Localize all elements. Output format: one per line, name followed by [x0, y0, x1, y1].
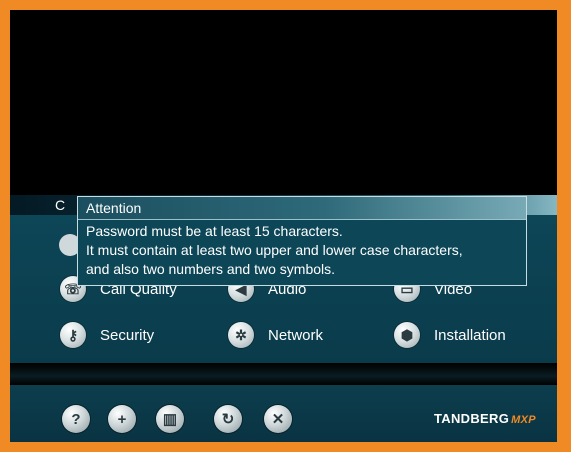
dialog-line-3: and also two numbers and two symbols.: [86, 261, 336, 277]
refresh-icon: ↻: [221, 411, 235, 428]
close-button[interactable]: ✕: [264, 405, 292, 433]
divider: [10, 363, 557, 385]
close-icon: ✕: [271, 411, 285, 428]
help-button[interactable]: ?: [62, 405, 90, 433]
add-icon: +: [117, 410, 127, 428]
attention-dialog: Attention Password must be at least 15 c…: [77, 196, 527, 286]
brand-name: TANDBERG: [434, 411, 510, 426]
menu-item-installation[interactable]: ⬢ Installation: [394, 320, 506, 350]
menu-label-network: Network: [268, 326, 324, 344]
package-icon: ⬢: [394, 322, 420, 348]
film-icon: ▥: [162, 411, 178, 428]
refresh-button[interactable]: ↻: [214, 405, 242, 433]
add-button[interactable]: +: [108, 405, 136, 433]
screen: C n ☏ Call Quality ◀ Audio ▭ Video ⚷ Sec…: [10, 10, 557, 442]
menu-label-installation: Installation: [434, 326, 506, 344]
help-icon: ?: [71, 410, 81, 428]
menu-label-security: Security: [100, 326, 155, 344]
dialog-line-2: It must contain at least two upper and l…: [86, 242, 463, 258]
dialog-title: Attention: [78, 197, 526, 220]
menu-title-partial: C: [55, 197, 66, 213]
brand-model: MXP: [511, 414, 536, 426]
film-button[interactable]: ▥: [156, 405, 184, 433]
brand-logo: TANDBERG MXP: [434, 411, 536, 426]
dialog-body: Password must be at least 15 characters.…: [78, 220, 526, 279]
dialog-line-1: Password must be at least 15 characters.: [86, 223, 343, 239]
key-icon: ⚷: [60, 322, 86, 348]
network-icon: ✲: [228, 322, 254, 348]
menu-item-network[interactable]: ✲ Network: [228, 320, 323, 350]
menu-item-security[interactable]: ⚷ Security: [60, 320, 154, 350]
